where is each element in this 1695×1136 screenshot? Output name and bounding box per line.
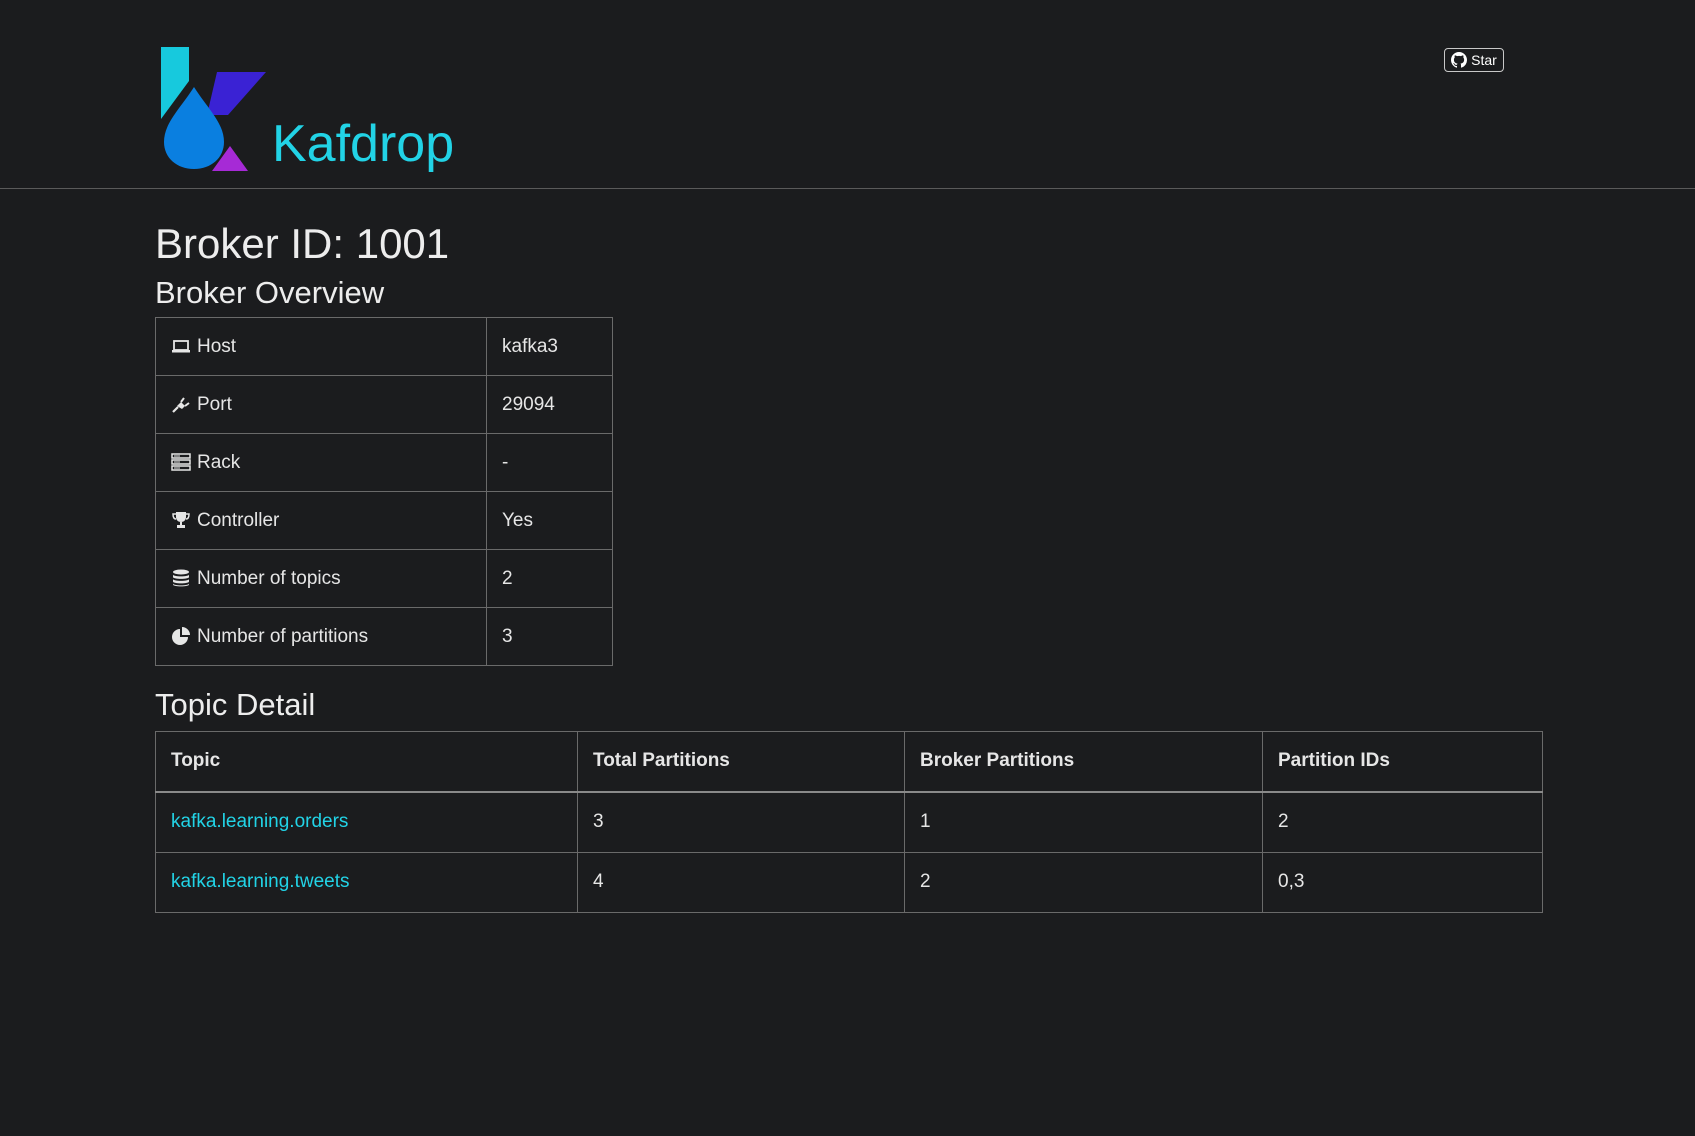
total-partitions-cell: 4 <box>577 851 905 913</box>
topic-detail-table: Topic Total Partitions Broker Partitions… <box>155 730 1543 913</box>
trophy-icon <box>172 511 190 528</box>
overview-row-partitions: Number of partitions 3 <box>155 607 613 667</box>
column-header-topic: Topic <box>155 730 578 793</box>
laptop-icon <box>172 340 190 353</box>
table-header-row: Topic Total Partitions Broker Partitions… <box>155 730 1543 793</box>
kafdrop-logo[interactable] <box>160 47 270 171</box>
overview-key-cell: Number of topics <box>155 549 487 609</box>
overview-value: kafka3 <box>486 317 613 377</box>
partition-ids-cell: 0,3 <box>1262 851 1543 913</box>
plug-icon <box>172 397 190 413</box>
overview-value: - <box>486 433 613 493</box>
overview-label: Port <box>197 393 232 415</box>
main-content: Broker ID: 1001 Broker Overview Host kaf… <box>155 189 1545 913</box>
total-partitions-cell: 3 <box>577 791 905 853</box>
overview-value: 2 <box>486 549 613 609</box>
table-row: kafka.learning.tweets 4 2 0,3 <box>155 851 1543 913</box>
column-header-broker-partitions: Broker Partitions <box>904 730 1263 793</box>
topic-cell: kafka.learning.orders <box>155 791 578 853</box>
page-title: Broker ID: 1001 <box>155 220 450 267</box>
overview-row-host: Host kafka3 <box>155 317 613 377</box>
github-star-button[interactable]: Star <box>1444 48 1504 72</box>
overview-heading: Broker Overview <box>155 275 385 311</box>
overview-key-cell: Number of partitions <box>155 607 487 667</box>
topic-cell: kafka.learning.tweets <box>155 851 578 913</box>
partition-ids-cell: 2 <box>1262 791 1543 853</box>
broker-partitions-cell: 1 <box>904 791 1263 853</box>
server-icon <box>171 453 191 471</box>
overview-row-port: Port 29094 <box>155 375 613 435</box>
database-icon <box>173 569 189 587</box>
overview-row-topics: Number of topics 2 <box>155 549 613 609</box>
topic-detail-heading: Topic Detail <box>155 687 316 723</box>
overview-row-rack: Rack - <box>155 433 613 493</box>
overview-key-cell: Controller <box>155 491 487 551</box>
overview-value: Yes <box>486 491 613 551</box>
overview-label: Rack <box>197 451 241 473</box>
overview-label: Number of partitions <box>197 625 369 647</box>
overview-label: Number of topics <box>197 567 341 589</box>
column-header-partition-ids: Partition IDs <box>1262 730 1543 793</box>
overview-key-cell: Rack <box>155 433 487 493</box>
broker-partitions-cell: 2 <box>904 851 1263 913</box>
star-label: Star <box>1471 52 1497 68</box>
column-header-total-partitions: Total Partitions <box>577 730 905 793</box>
table-row: kafka.learning.orders 3 1 2 <box>155 791 1543 853</box>
topic-link[interactable]: kafka.learning.tweets <box>171 871 350 892</box>
topic-link[interactable]: kafka.learning.orders <box>171 811 348 832</box>
brand-title[interactable]: Kafdrop <box>272 118 454 170</box>
overview-label: Controller <box>197 509 280 531</box>
pie-chart-icon <box>172 626 190 645</box>
overview-value: 3 <box>486 607 613 667</box>
broker-overview-table: Host kafka3 Port 29094 Rack - Controller… <box>155 317 613 667</box>
overview-row-controller: Controller Yes <box>155 491 613 551</box>
overview-key-cell: Port <box>155 375 487 435</box>
overview-label: Host <box>197 335 237 357</box>
overview-value: 29094 <box>486 375 613 435</box>
header: Kafdrop Star <box>0 0 1695 189</box>
github-icon <box>1451 52 1468 68</box>
overview-key-cell: Host <box>155 317 487 377</box>
